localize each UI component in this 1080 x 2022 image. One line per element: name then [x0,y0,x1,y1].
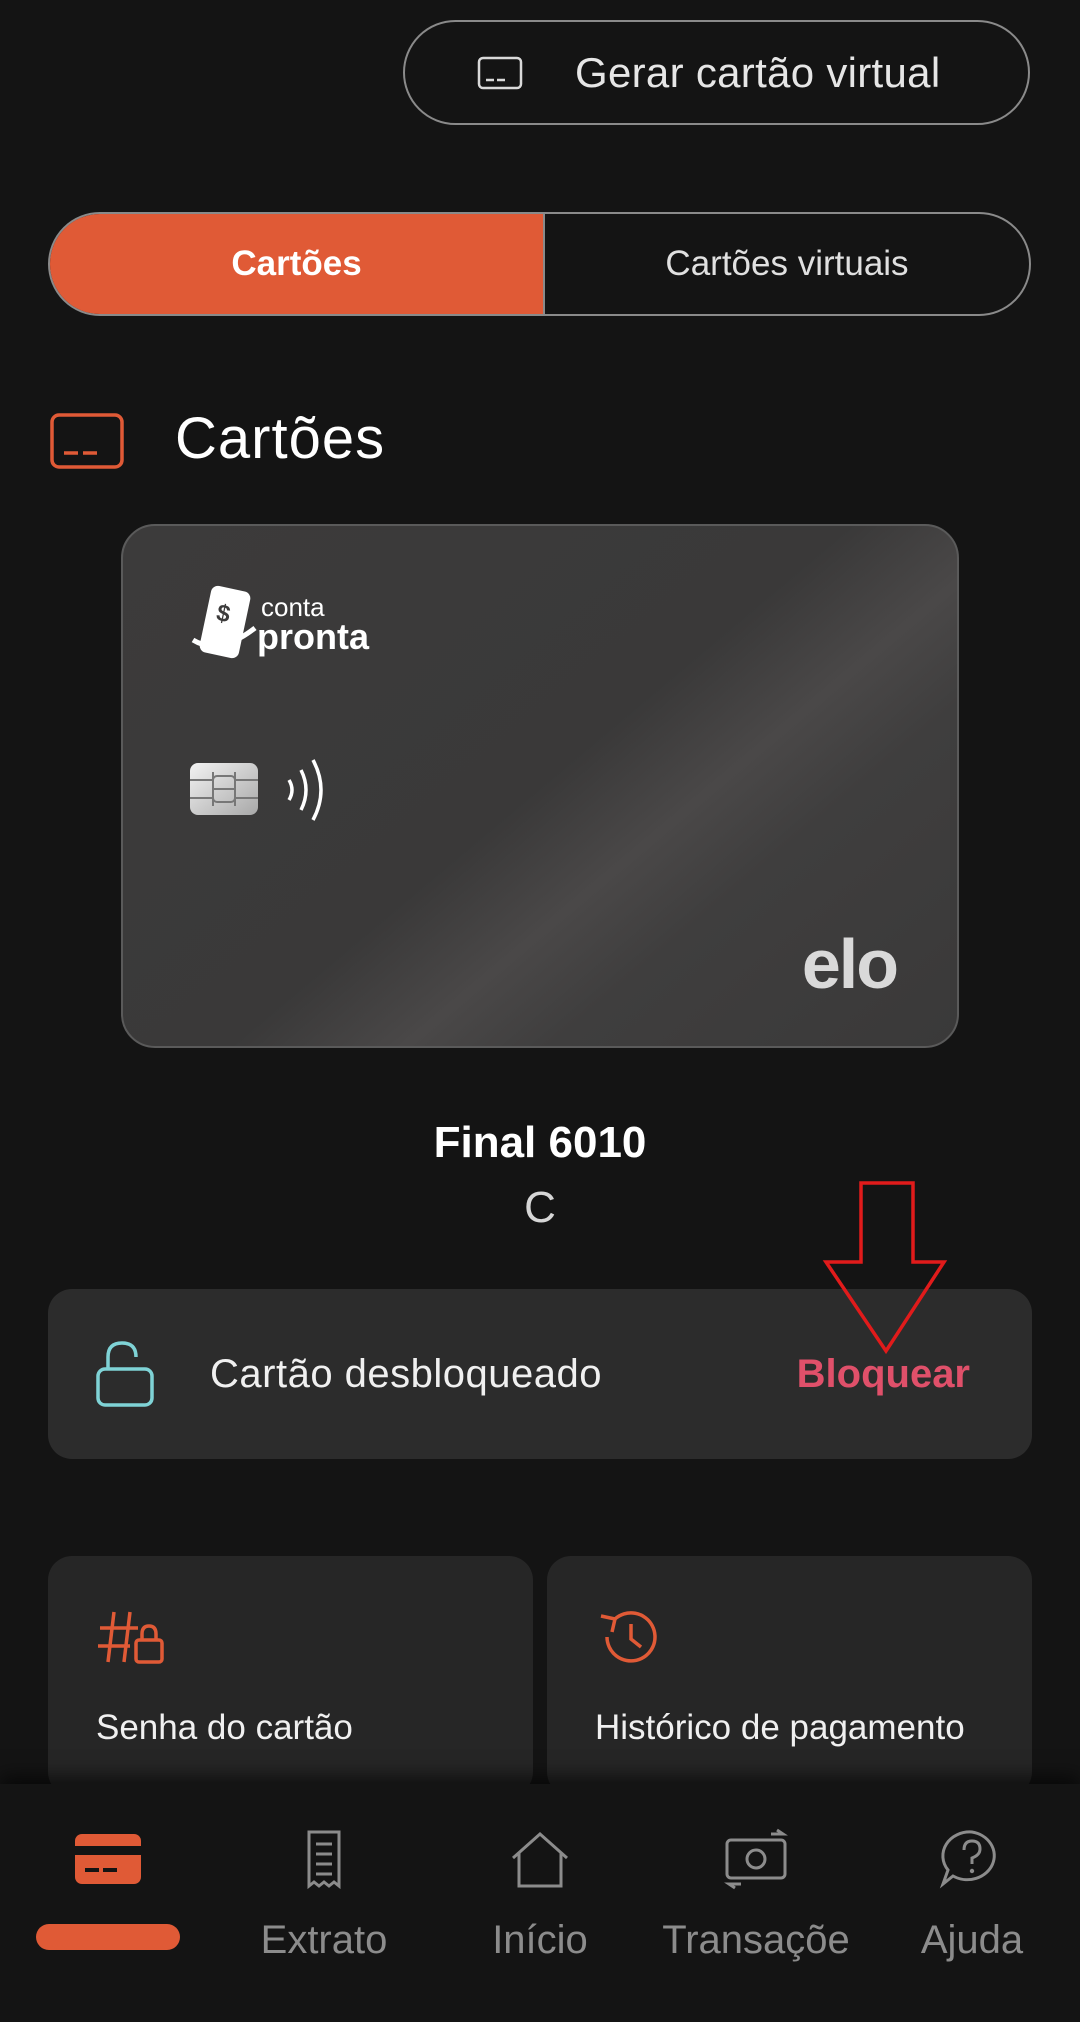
bottom-navigation: Extrato Início Transaçõe Ajuda [0,1784,1080,2022]
card-password-tile[interactable]: Senha do cartão [48,1556,533,1796]
contactless-icon [287,759,323,821]
nav-active-indicator [36,1924,180,1950]
unlock-icon [96,1341,154,1407]
payment-history-tile[interactable]: Histórico de pagamento [547,1556,1032,1796]
nav-transactions-label: Transaçõe [662,1918,850,1962]
card-final-digits: Final 6010 [433,1118,647,1167]
nav-help-label: Ajuda [920,1918,1024,1962]
money-exchange-icon [724,1828,788,1890]
block-card-button[interactable]: Bloquear [797,1352,970,1397]
nav-home-label: Início [492,1918,588,1962]
nav-statement[interactable]: Extrato [216,1784,432,2022]
card-brand: elo [801,925,899,1003]
phone-dollar-icon: $ [191,585,257,659]
history-icon [600,1611,657,1663]
issuer-logo-bottom: pronta [257,616,369,657]
card-outline-icon [50,413,124,469]
section-title: Cartões [175,406,386,471]
hash-lock-icon [98,1611,164,1664]
issuer-logo: $ conta pronta [189,582,369,670]
card-outline-icon [477,56,523,89]
nav-transactions[interactable]: Transaçõe [648,1784,864,2022]
card-password-label: Senha do cartão [96,1708,353,1747]
generate-virtual-card-button[interactable]: Gerar cartão virtual [403,20,1030,125]
card-status-text: Cartão desbloqueado [210,1351,603,1396]
tab-cards[interactable]: Cartões [50,214,543,314]
nav-statement-label: Extrato [260,1918,388,1962]
arrow-down-icon [822,1181,948,1355]
card-type-tabs: Cartões Cartões virtuais [48,212,1031,316]
nav-cards[interactable] [0,1784,216,2022]
payment-card[interactable]: $ conta pronta elo [121,524,959,1048]
card-icon [75,1834,141,1884]
receipt-icon [307,1830,341,1890]
tab-virtual-cards[interactable]: Cartões virtuais [543,214,1029,314]
payment-history-label: Histórico de pagamento [595,1708,965,1747]
help-icon [939,1830,996,1889]
generate-virtual-card-label: Gerar cartão virtual [575,48,941,96]
chip-icon [190,763,258,815]
nav-help[interactable]: Ajuda [864,1784,1080,2022]
home-icon [512,1831,568,1888]
nav-home[interactable]: Início [432,1784,648,2022]
